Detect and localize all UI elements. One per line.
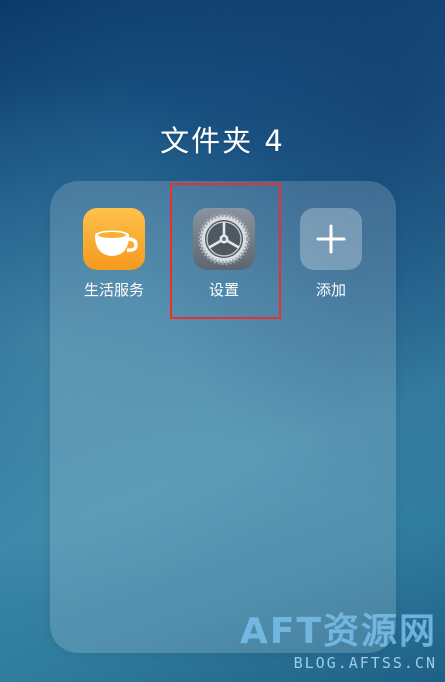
plus-icon[interactable] [300, 208, 362, 270]
watermark-sub: BLOG.AFTSS.CN [293, 654, 437, 672]
watermark-main: AFT资源网 [239, 611, 437, 652]
folder-title[interactable]: 文件夹 4 [0, 118, 445, 160]
watermark: AFT资源网 BLOG.AFTSS.CN [239, 611, 437, 673]
app-label: 生活服务 [83, 281, 144, 299]
highlight-box [170, 183, 281, 319]
app-add[interactable]: 添加 [279, 208, 383, 300]
app-life-services[interactable]: 生活服务 [62, 208, 166, 300]
coffee-cup-icon[interactable] [83, 208, 145, 270]
app-label: 添加 [315, 281, 346, 299]
